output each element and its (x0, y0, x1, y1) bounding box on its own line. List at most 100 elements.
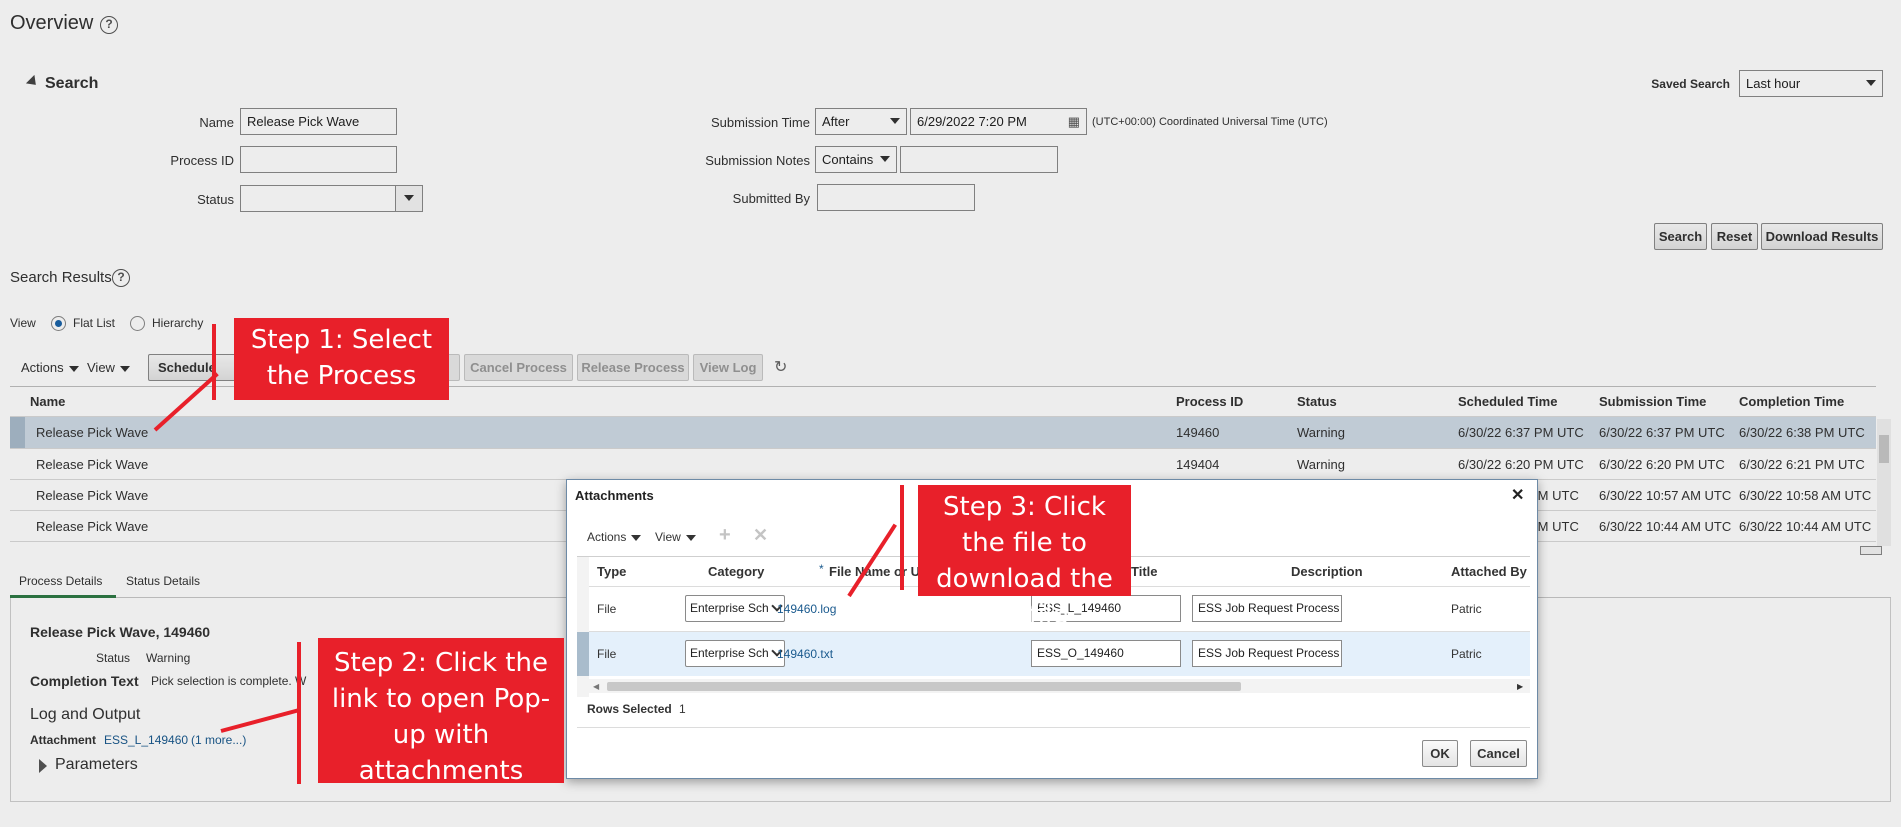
submission-time-operator[interactable]: After (815, 108, 907, 135)
row-type: File (597, 602, 617, 616)
row-selector[interactable] (10, 417, 25, 448)
refresh-icon[interactable]: ↻ (774, 357, 787, 377)
process-id-input[interactable] (240, 146, 397, 173)
attachment-more-link[interactable]: (1 more...) (191, 733, 246, 747)
submission-time-label: Submission Time (711, 115, 810, 130)
row-name: Release Pick Wave (36, 425, 149, 440)
chevron-down-icon (68, 365, 79, 372)
view-log-button[interactable]: View Log (693, 354, 763, 381)
submission-notes-operator[interactable]: Contains (815, 146, 897, 173)
submission-notes-input[interactable] (900, 146, 1058, 173)
description-input[interactable]: ESS Job Request Process (1192, 595, 1342, 622)
dropdown-button[interactable] (395, 186, 422, 211)
table-scrollbar[interactable] (1877, 419, 1891, 546)
row-header-column (577, 557, 589, 697)
dcol-file-name[interactable]: File Name or U (829, 564, 920, 579)
timezone-text: (UTC+00:00) Coordinated Universal Time (… (1092, 116, 1328, 128)
row-selector[interactable] (577, 632, 589, 676)
name-label: Name (199, 115, 234, 130)
dialog-title: Attachments (575, 488, 654, 503)
process-id-label: Process ID (170, 153, 234, 168)
chevron-down-icon (631, 534, 642, 541)
flat-list-radio[interactable] (51, 316, 66, 331)
row-completed: 6/30/22 6:21 PM UTC (1739, 457, 1865, 472)
scroll-left-icon[interactable]: ◀ (593, 682, 599, 691)
file-link-log[interactable]: 149460.log (777, 602, 836, 616)
description-input[interactable]: ESS Job Request Process (1192, 640, 1342, 667)
help-icon[interactable]: ? (100, 16, 118, 34)
chevron-down-icon (880, 156, 890, 162)
col-completion-time[interactable]: Completion Time (1739, 394, 1844, 409)
row-type: File (597, 647, 617, 661)
view-label: View (10, 316, 36, 330)
tab-status-details[interactable]: Status Details (126, 574, 200, 588)
dcol-type[interactable]: Type (597, 564, 626, 579)
parameters-heading[interactable]: Parameters (55, 756, 138, 774)
hierarchy-radio[interactable] (130, 316, 145, 331)
scrollbar-thumb[interactable] (607, 682, 1241, 691)
actions-menu[interactable]: Actions (21, 360, 79, 375)
download-results-button[interactable]: Download Results (1761, 223, 1883, 250)
dcol-title[interactable]: Title (1131, 564, 1158, 579)
row-completed: 6/30/22 10:58 AM UTC (1739, 488, 1872, 503)
col-status[interactable]: Status (1297, 394, 1337, 409)
col-process-id[interactable]: Process ID (1176, 394, 1243, 409)
dcol-description[interactable]: Description (1291, 564, 1363, 579)
col-name[interactable]: Name (30, 394, 65, 409)
row-scheduled: 6/30/22 6:37 PM UTC (1458, 425, 1584, 440)
view-menu[interactable]: View (87, 360, 130, 375)
close-icon[interactable]: ✕ (1511, 485, 1524, 505)
collapse-triangle-icon[interactable] (25, 74, 41, 90)
status-select[interactable] (240, 185, 423, 212)
chevron-down-icon (119, 365, 130, 372)
status-label: Status (197, 192, 234, 207)
search-section-title: Search (45, 75, 99, 92)
table-row[interactable]: Release Pick Wave 149460 Warning 6/30/22… (10, 417, 1876, 448)
table-row[interactable]: Release Pick Wave 149404 Warning 6/30/22… (10, 449, 1876, 479)
row-name: Release Pick Wave (36, 457, 149, 472)
details-status-value: Warning (146, 651, 191, 665)
col-submission-time[interactable]: Submission Time (1599, 394, 1706, 409)
callout-step2: Step 2: Click the link to open Pop-up wi… (318, 638, 564, 786)
search-button[interactable]: Search (1654, 223, 1707, 250)
cancel-process-button[interactable]: Cancel Process (464, 354, 573, 381)
ok-button[interactable]: OK (1422, 740, 1458, 767)
file-link-txt[interactable]: 149460.txt (777, 647, 833, 661)
add-icon[interactable]: + (719, 524, 731, 547)
row-name: Release Pick Wave (36, 519, 149, 534)
title-input[interactable]: ESS_O_149460 (1031, 640, 1181, 667)
scrollbar-thumb[interactable] (1879, 435, 1889, 463)
delete-icon[interactable]: ✕ (753, 525, 768, 546)
required-icon: * (819, 562, 824, 576)
dialog-actions-menu[interactable]: Actions (587, 530, 642, 544)
scroll-right-icon[interactable]: ▶ (1517, 682, 1523, 691)
dcol-category[interactable]: Category (708, 564, 764, 579)
category-select[interactable]: Enterprise Sch (685, 640, 785, 667)
tab-process-details[interactable]: Process Details (10, 570, 116, 598)
hierarchy-label: Hierarchy (152, 316, 204, 330)
cancel-button[interactable]: Cancel (1470, 740, 1527, 767)
dcol-attached-by[interactable]: Attached By (1451, 564, 1527, 579)
col-scheduled-time[interactable]: Scheduled Time (1458, 394, 1557, 409)
reset-button[interactable]: Reset (1711, 223, 1758, 250)
table-row[interactable]: File Enterprise Sch 149460.txt ESS_O_149… (577, 632, 1530, 676)
help-icon[interactable]: ? (112, 269, 130, 287)
dialog-hscrollbar[interactable]: ◀ ▶ (589, 679, 1530, 693)
dialog-view-menu[interactable]: View (655, 530, 696, 544)
category-select[interactable]: Enterprise Sch (685, 595, 785, 622)
submission-time-input[interactable]: 6/29/2022 7:20 PM ▦ (910, 108, 1087, 135)
name-input[interactable]: Release Pick Wave (240, 108, 397, 135)
attachment-label: Attachment (30, 733, 97, 747)
expand-triangle-icon[interactable] (39, 759, 47, 773)
attachment-link[interactable]: ESS_L_149460 (104, 733, 188, 747)
submission-notes-label: Submission Notes (705, 153, 810, 168)
callout-pointer (297, 642, 301, 784)
row-process-id: 149460 (1176, 425, 1220, 440)
submitted-by-input[interactable] (817, 184, 975, 211)
calendar-icon[interactable]: ▦ (1068, 114, 1080, 130)
saved-search-select[interactable]: Last hour (1739, 70, 1883, 97)
schedule-new-process-button[interactable]: Schedule New (148, 354, 238, 381)
rows-selected-label: Rows Selected (587, 702, 672, 716)
splitter-handle[interactable] (1860, 546, 1882, 555)
release-process-button[interactable]: Release Process (577, 354, 689, 381)
